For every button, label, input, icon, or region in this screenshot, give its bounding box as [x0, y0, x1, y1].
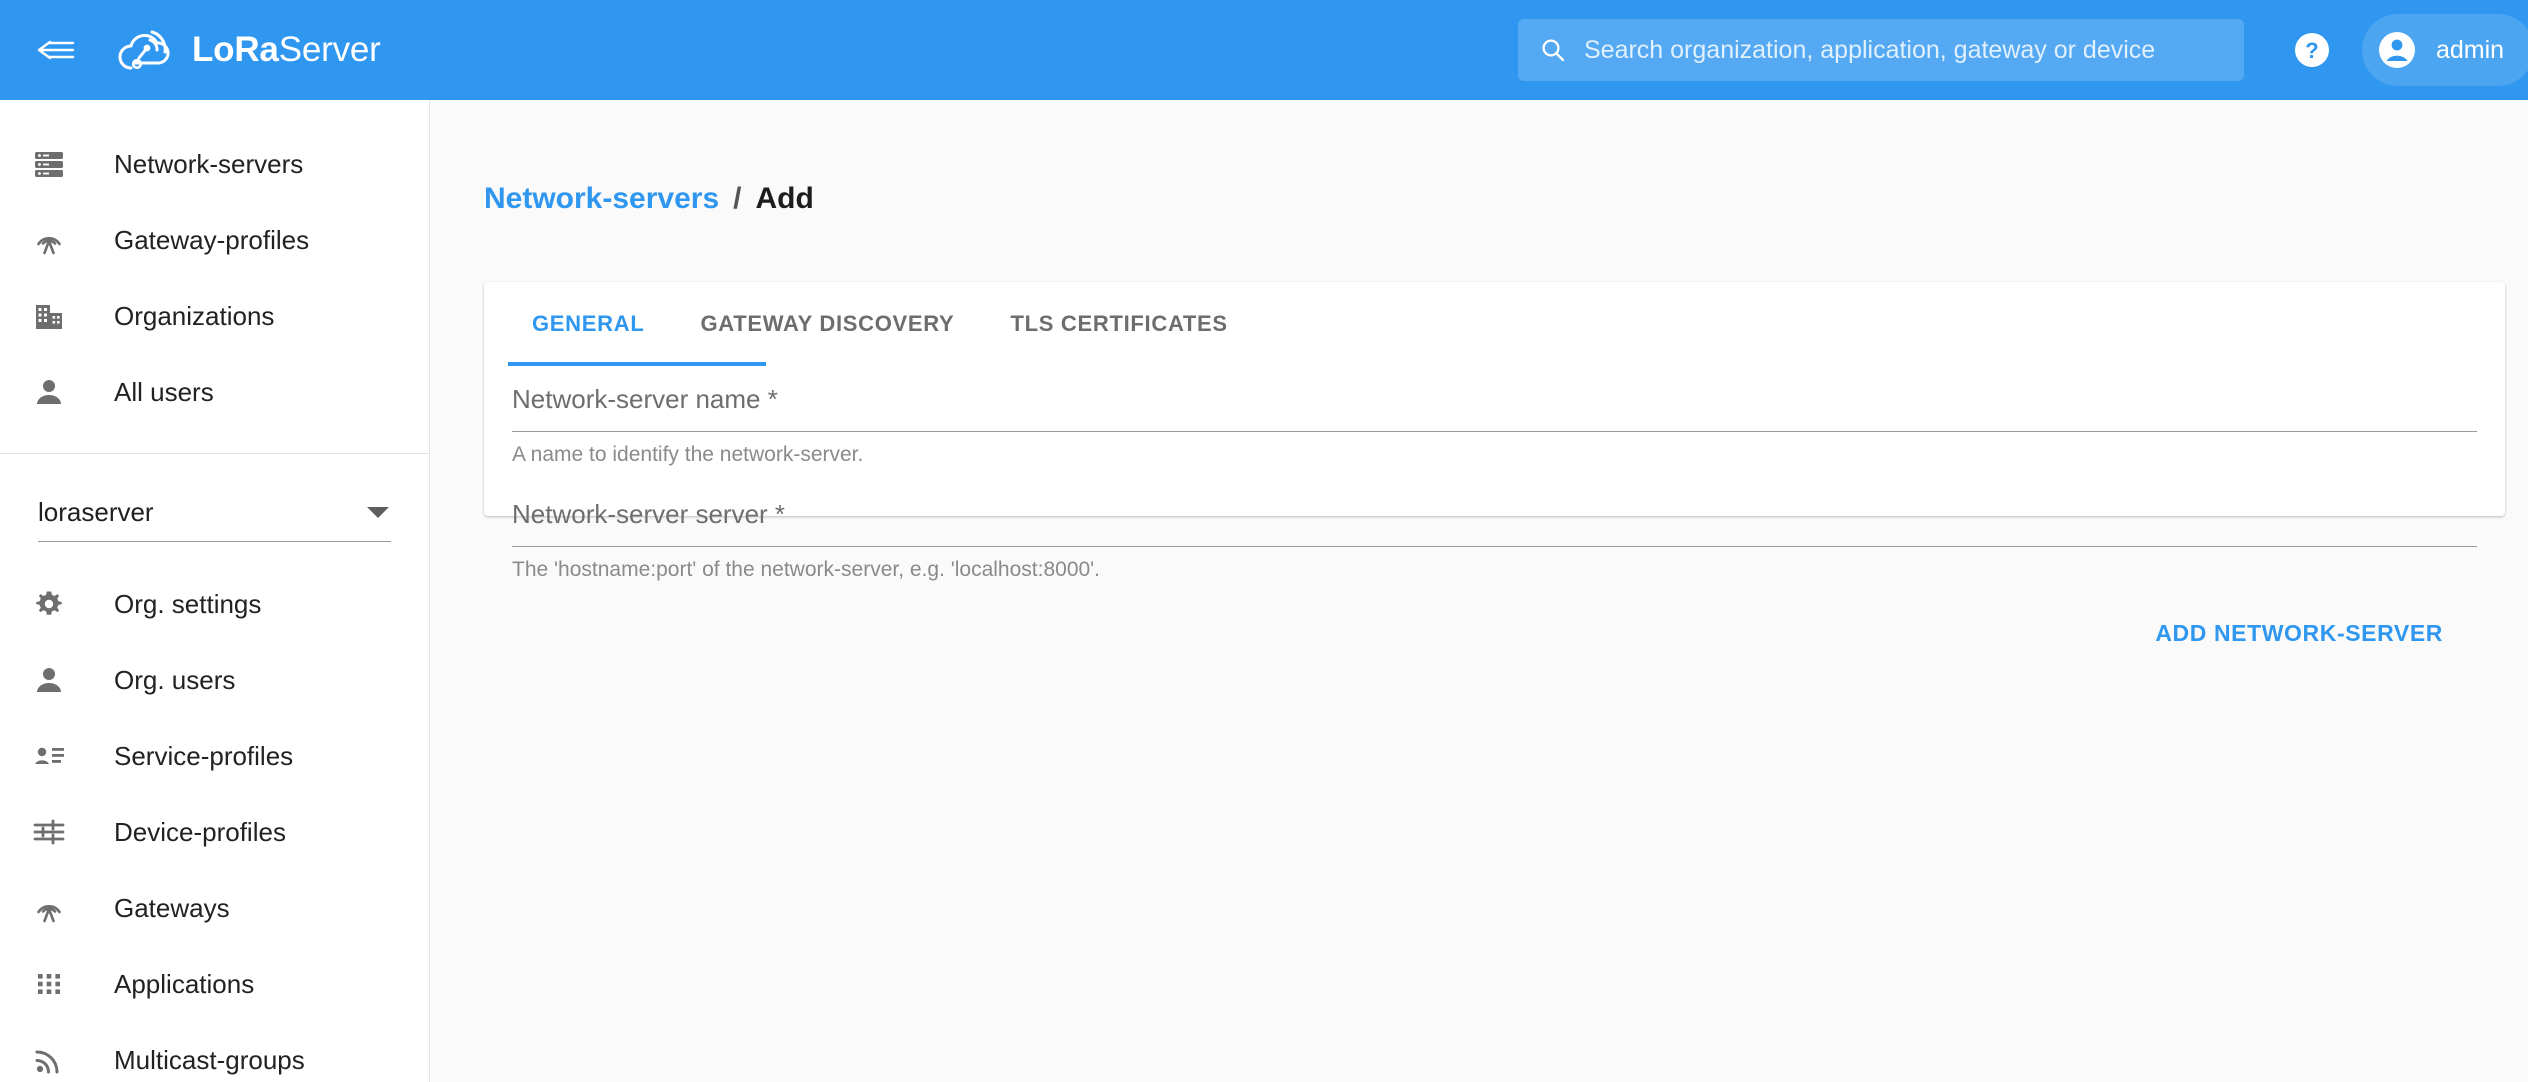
- breadcrumb-separator: /: [733, 182, 742, 215]
- brand-logo[interactable]: LoRaServer: [116, 26, 381, 74]
- rss-feed-icon: [26, 1037, 72, 1082]
- sidebar-item-organizations[interactable]: Organizations: [0, 278, 429, 354]
- contact-list-icon: [26, 733, 72, 779]
- organization-selector-value: loraserver: [38, 497, 154, 527]
- account-circle-icon: [2376, 29, 2418, 71]
- field-help-text: A name to identify the network-server.: [512, 443, 864, 466]
- wifi-tethering-icon: [26, 885, 72, 931]
- help-circle-icon[interactable]: ?: [2292, 30, 2332, 70]
- sidebar-item-network-servers[interactable]: Network-servers: [0, 126, 429, 202]
- sidebar-org-nav: Org. settings Org. users Service-profile…: [0, 542, 429, 1082]
- field-network-server-server: Network-server server * The 'hostname:po…: [512, 499, 2477, 582]
- field-network-server-name: Network-server name * A name to identify…: [512, 384, 2477, 467]
- brand-title: LoRaServer: [192, 30, 381, 70]
- sidebar-global-nav: Network-servers Gateway-profiles Organiz…: [0, 100, 429, 430]
- sidebar-divider: [0, 453, 429, 454]
- sidebar-item-label: Gateway-profiles: [114, 224, 310, 255]
- sidebar-item-label: Multicast-groups: [114, 1044, 305, 1075]
- breadcrumb: Network-servers / Add: [484, 182, 2528, 216]
- general-form: Network-server name * A name to identify…: [484, 384, 2505, 657]
- sidebar-item-label: Organizations: [114, 300, 275, 331]
- main-content: Network-servers / Add GENERAL GATEWAY DI…: [431, 100, 2528, 1082]
- tab-general[interactable]: GENERAL: [504, 282, 672, 366]
- menu-collapse-icon[interactable]: [32, 27, 78, 73]
- sidebar-item-label: Device-profiles: [114, 816, 286, 847]
- business-icon: [26, 293, 72, 339]
- global-search[interactable]: [1518, 19, 2244, 81]
- person-icon: [26, 369, 72, 415]
- field-label: Network-server server *: [512, 499, 786, 529]
- storage-icon: [26, 141, 72, 187]
- brand-title-bold: LoRa: [192, 30, 279, 69]
- sidebar-item-label: Org. users: [114, 664, 236, 695]
- sidebar-item-org-settings[interactable]: Org. settings: [0, 566, 429, 642]
- tab-bar: GENERAL GATEWAY DISCOVERY TLS CERTIFICAT…: [484, 282, 2505, 366]
- sidebar-item-label: Service-profiles: [114, 740, 294, 771]
- tab-gateway-discovery[interactable]: GATEWAY DISCOVERY: [672, 282, 982, 366]
- field-label: Network-server name *: [512, 384, 778, 414]
- tune-sliders-icon: [26, 809, 72, 855]
- breadcrumb-current: Add: [755, 182, 814, 215]
- add-network-server-button[interactable]: ADD NETWORK-SERVER: [2149, 610, 2449, 657]
- account-name: admin: [2436, 35, 2505, 64]
- sidebar-item-label: All users: [114, 376, 214, 407]
- sidebar-item-all-users[interactable]: All users: [0, 354, 429, 430]
- sidebar-item-label: Network-servers: [114, 148, 304, 179]
- apps-grid-icon: [26, 961, 72, 1007]
- sidebar-item-label: Gateways: [114, 892, 230, 923]
- brand-title-light: Server: [278, 30, 381, 69]
- sidebar: Network-servers Gateway-profiles Organiz…: [0, 100, 430, 1082]
- svg-text:?: ?: [2305, 38, 2318, 63]
- chevron-down-icon: [367, 507, 389, 518]
- app-header: LoRaServer ? admin: [0, 0, 2528, 100]
- sidebar-item-device-profiles[interactable]: Device-profiles: [0, 794, 429, 870]
- network-server-server-input[interactable]: [512, 543, 2477, 547]
- search-input[interactable]: [1584, 35, 2226, 65]
- sidebar-item-multicast-groups[interactable]: Multicast-groups: [0, 1022, 429, 1082]
- lora-cloud-logo-icon: [116, 26, 178, 74]
- sidebar-item-gateways[interactable]: Gateways: [0, 870, 429, 946]
- sidebar-item-applications[interactable]: Applications: [0, 946, 429, 1022]
- network-server-name-input[interactable]: [512, 428, 2477, 432]
- sidebar-item-service-profiles[interactable]: Service-profiles: [0, 718, 429, 794]
- gear-icon: [26, 581, 72, 627]
- tab-tls-certificates[interactable]: TLS CERTIFICATES: [982, 282, 1255, 366]
- search-icon: [1540, 37, 1566, 63]
- person-icon: [26, 657, 72, 703]
- active-tab-indicator: [508, 362, 766, 366]
- network-server-form-card: GENERAL GATEWAY DISCOVERY TLS CERTIFICAT…: [484, 282, 2505, 646]
- card-actions: ADD NETWORK-SERVER: [512, 610, 2477, 657]
- sidebar-item-org-users[interactable]: Org. users: [0, 642, 429, 718]
- sidebar-item-label: Org. settings: [114, 588, 262, 619]
- sidebar-item-label: Applications: [114, 968, 255, 999]
- wifi-tethering-icon: [26, 217, 72, 263]
- breadcrumb-link-network-servers[interactable]: Network-servers: [484, 182, 719, 216]
- field-help-text: The 'hostname:port' of the network-serve…: [512, 558, 1101, 581]
- organization-selector[interactable]: loraserver: [38, 484, 391, 542]
- sidebar-item-gateway-profiles[interactable]: Gateway-profiles: [0, 202, 429, 278]
- account-button[interactable]: admin: [2362, 14, 2528, 86]
